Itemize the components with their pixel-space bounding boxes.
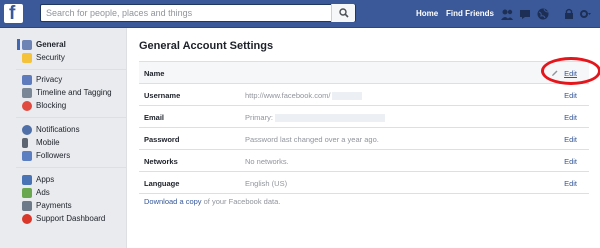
- facebook-logo-letter: f: [9, 3, 16, 24]
- row-value: English (US): [245, 179, 288, 188]
- top-bar: f Home Find Friends: [0, 0, 600, 28]
- privacy-icon: [22, 74, 32, 85]
- highlight-circle: [541, 57, 600, 85]
- sidebar-item-label: Support Dashboard: [36, 214, 106, 223]
- page-title: General Account Settings: [139, 40, 274, 52]
- download-copy-link[interactable]: Download a copy: [144, 197, 202, 206]
- settings-row-language[interactable]: Language English (US) Edit: [139, 172, 589, 194]
- nav-find-friends[interactable]: Find Friends: [446, 9, 494, 18]
- timeline-icon: [22, 87, 32, 98]
- payments-icon: [22, 200, 32, 211]
- download-text: of your Facebook data.: [201, 197, 281, 206]
- sidebar-item-notifications[interactable]: Notifications: [22, 123, 80, 136]
- sidebar-item-label: Privacy: [36, 75, 63, 84]
- sidebar-item-payments[interactable]: Payments: [22, 199, 72, 212]
- row-label: Password: [144, 135, 180, 144]
- sidebar-item-label: Security: [36, 53, 65, 62]
- sidebar-item-label: Payments: [36, 201, 72, 210]
- edit-link[interactable]: Edit: [564, 179, 577, 188]
- row-value: Primary:: [245, 113, 385, 123]
- row-label: Language: [144, 179, 180, 188]
- ads-icon: [22, 187, 32, 198]
- sidebar-item-ads[interactable]: Ads: [22, 186, 50, 199]
- sidebar-item-timeline-and-tagging[interactable]: Timeline and Tagging: [22, 86, 112, 99]
- sidebar-item-support-dashboard[interactable]: Support Dashboard: [22, 212, 105, 225]
- sidebar-item-followers[interactable]: Followers: [22, 149, 70, 162]
- apps-icon: [22, 174, 32, 185]
- sidebar-group-privacy: Privacy Timeline and Tagging Blocking: [16, 69, 126, 111]
- sidebar-item-label: Apps: [36, 175, 55, 184]
- row-label: Username: [144, 91, 181, 100]
- settings-row-password[interactable]: Password Password last changed over a ye…: [139, 128, 589, 150]
- shield-icon: [22, 52, 32, 63]
- sidebar-item-label: Timeline and Tagging: [36, 88, 112, 97]
- edit-link[interactable]: Edit: [564, 113, 577, 122]
- sidebar-item-label: Followers: [36, 151, 71, 160]
- row-label: Email: [144, 113, 165, 122]
- sidebar-item-apps[interactable]: Apps: [22, 173, 54, 186]
- row-value: http://www.facebook.com/: [245, 91, 363, 101]
- row-value: Password last changed over a year ago.: [245, 135, 379, 144]
- nav-home[interactable]: Home: [416, 9, 438, 18]
- facebook-logo[interactable]: f: [4, 3, 23, 24]
- sidebar-item-label: Mobile: [36, 138, 60, 147]
- username-url: http://www.facebook.com/: [245, 91, 331, 100]
- friends-icon[interactable]: [500, 7, 514, 21]
- settings-row-networks[interactable]: Networks No networks. Edit: [139, 150, 589, 172]
- sidebar-item-security[interactable]: Security: [22, 51, 65, 64]
- sidebar-item-label: Blocking: [36, 101, 67, 110]
- settings-row-name[interactable]: Name Edit: [139, 61, 589, 84]
- settings-row-email[interactable]: Email Primary: Edit: [139, 106, 589, 128]
- mobile-icon: [22, 137, 28, 148]
- lifebuoy-icon: [22, 213, 32, 224]
- edit-link[interactable]: Edit: [564, 157, 577, 166]
- row-label: Name: [144, 69, 165, 78]
- messages-icon[interactable]: [518, 7, 532, 21]
- sidebar-item-privacy[interactable]: Privacy: [22, 73, 62, 86]
- gears-icon: [22, 39, 32, 50]
- sidebar-group-apps: Apps Ads Payments Support Dashboard: [16, 167, 126, 224]
- block-icon: [22, 100, 32, 111]
- sidebar-item-blocking[interactable]: Blocking: [22, 99, 66, 112]
- edit-link[interactable]: Edit: [564, 91, 577, 100]
- sidebar-item-mobile[interactable]: Mobile: [22, 136, 60, 149]
- globe-icon[interactable]: [536, 7, 550, 21]
- sidebar-item-label: Ads: [36, 188, 50, 197]
- search-input[interactable]: [46, 5, 316, 21]
- followers-icon: [22, 150, 32, 161]
- search-button[interactable]: [331, 4, 355, 22]
- redacted-value: [274, 114, 385, 123]
- email-primary-label: Primary:: [245, 113, 273, 122]
- globe-icon: [22, 124, 32, 135]
- edit-link[interactable]: Edit: [564, 135, 577, 144]
- settings-row-username[interactable]: Username http://www.facebook.com/ Edit: [139, 84, 589, 106]
- sidebar-item-general[interactable]: General: [17, 38, 66, 51]
- lock-icon[interactable]: [562, 7, 576, 21]
- row-label: Networks: [144, 157, 178, 166]
- sidebar-group-notifications: Notifications Mobile Followers: [16, 117, 126, 161]
- search-icon: [338, 8, 349, 18]
- search-box: [40, 4, 356, 22]
- settings-sidebar: General Security Privacy Timeline and Ta…: [0, 28, 126, 248]
- sidebar-item-label: Notifications: [36, 125, 80, 134]
- redacted-value: [332, 92, 363, 101]
- sidebar-item-label: General: [36, 40, 66, 49]
- download-data-text: Download a copy of your Facebook data.: [144, 197, 280, 206]
- settings-icon[interactable]: [578, 7, 592, 21]
- general-settings-panel: General Account Settings Name Edit Usern…: [126, 28, 600, 248]
- row-value: No networks.: [245, 157, 289, 166]
